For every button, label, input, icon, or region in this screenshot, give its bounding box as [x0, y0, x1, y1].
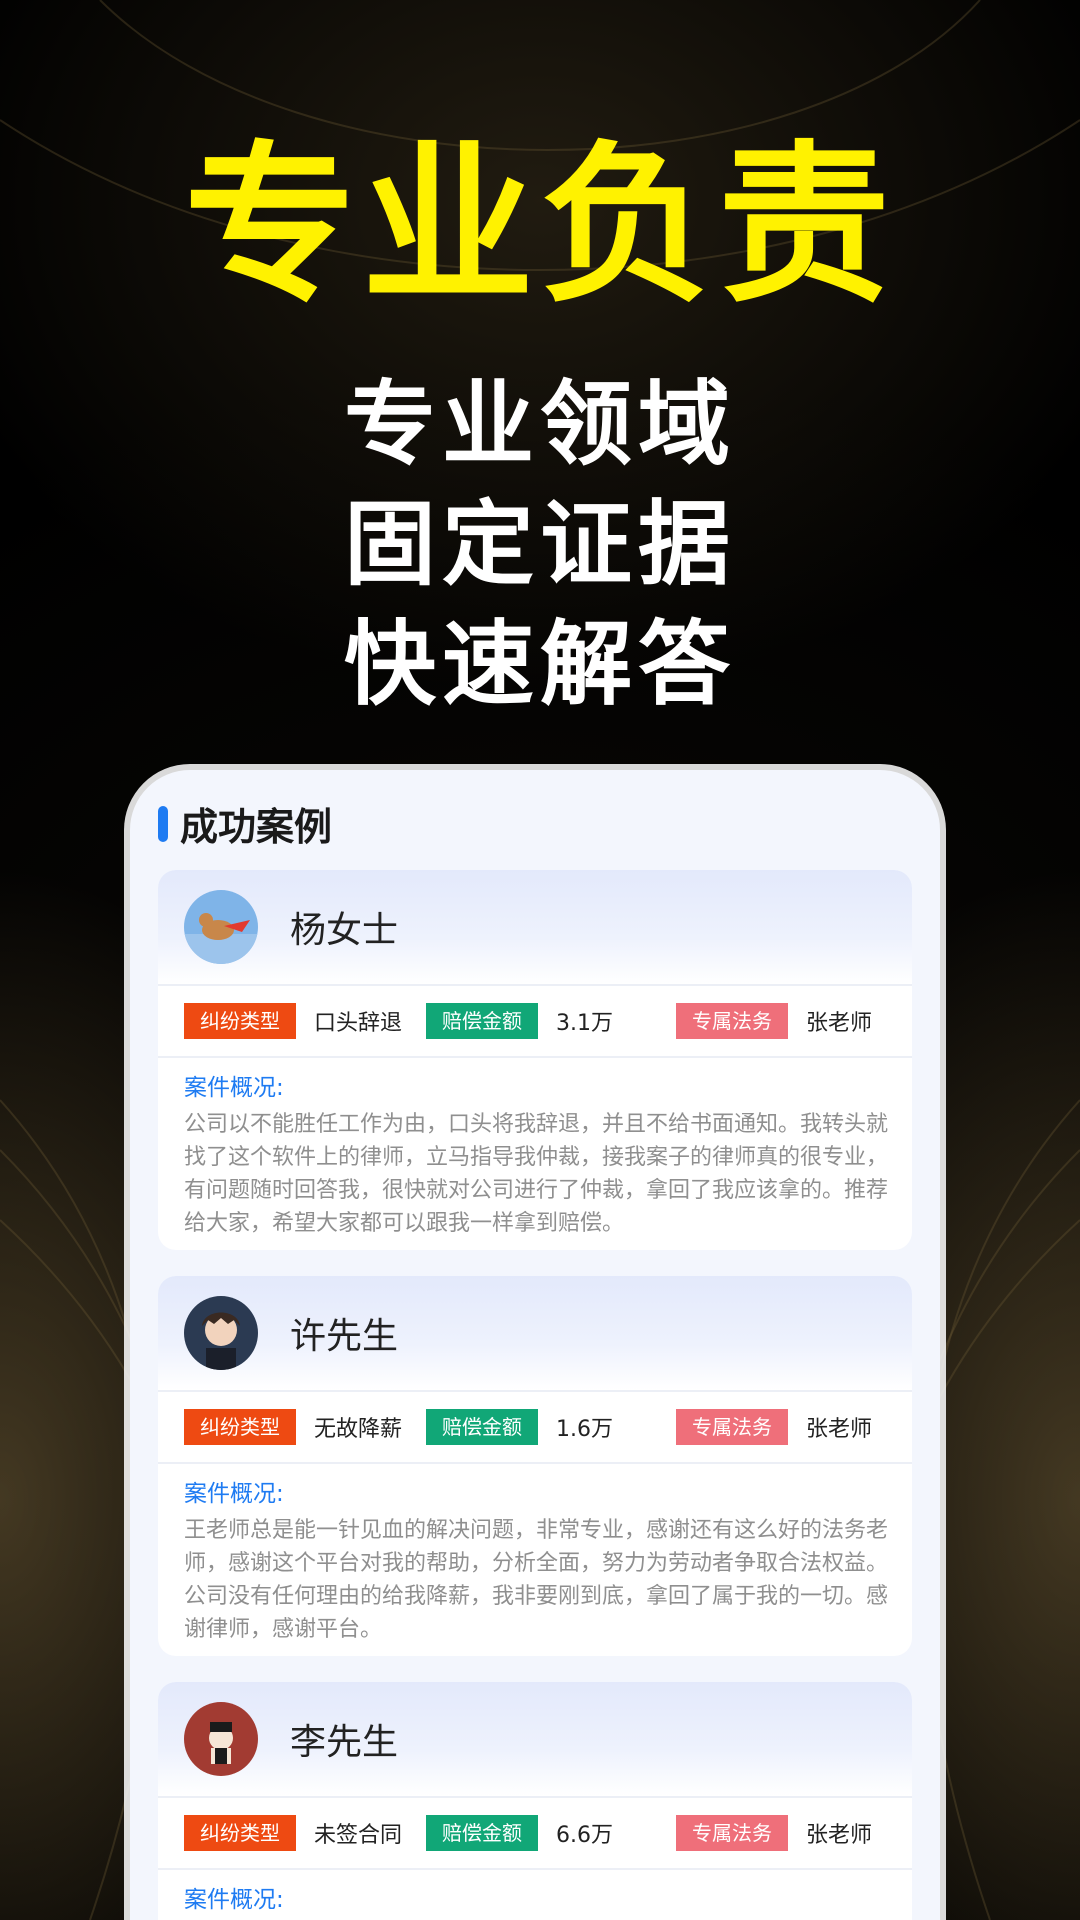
compensation-tag: 赔偿金额: [426, 1409, 538, 1445]
case-card[interactable]: 许先生 纠纷类型 无故降薪 赔偿金额 1.6万 专属法务 张老师 案件概况: 王…: [158, 1276, 912, 1656]
case-client-name: 李先生: [290, 1722, 399, 1763]
hero-line-3: 快速解答: [343, 611, 736, 718]
legal-service-tag: 专属法务: [676, 1409, 788, 1445]
dispute-type-value: 无故降薪: [314, 1417, 403, 1442]
section-title: 成功案例: [180, 805, 333, 849]
case-header: 李先生: [158, 1682, 912, 1798]
case-card[interactable]: 杨女士 纠纷类型 口头辞退 赔偿金额 3.1万 专属法务 张老师 案件概况: 公…: [158, 870, 912, 1250]
case-header: 杨女士: [158, 870, 912, 986]
section-accent-bar: [158, 805, 168, 842]
overview-label: 案件概况:: [184, 1481, 284, 1507]
compensation-tag: 赔偿金额: [426, 1815, 538, 1851]
section-header: 成功案例: [158, 796, 332, 851]
overview-text: 公司以不能胜任工作为由，口头将我辞退，并且不给书面通知。我转头就找了这个软件上的…: [184, 1112, 889, 1236]
case-card[interactable]: 李先生 纠纷类型 未签合同 赔偿金额 6.6万 专属法务 张老师 案件概况:: [158, 1682, 912, 1920]
anime-boy-avatar-icon: [184, 1296, 258, 1370]
overview-text: [158, 1914, 912, 1920]
dispute-type-value: 未签合同: [314, 1823, 403, 1848]
dog-flying-avatar-icon: [184, 890, 258, 964]
dispute-type-value: 口头辞退: [314, 1011, 403, 1036]
legal-service-tag: 专属法务: [676, 1815, 788, 1851]
hero-lines: 专业领域 固定证据 快速解答: [0, 365, 1080, 725]
compensation-value: 3.1万: [556, 1011, 613, 1036]
cartoon-figure-avatar-icon: [184, 1702, 258, 1776]
hero-line-1: 专业领域: [343, 371, 736, 478]
success-cases-card: 成功案例 杨女士 纠纷类型 口头辞退 赔偿金额 3.1万 专属法务 张老师 案件…: [130, 770, 940, 1920]
dispute-type-tag: 纠纷类型: [184, 1003, 296, 1039]
dispute-type-tag: 纠纷类型: [184, 1815, 296, 1851]
case-tags-row: 纠纷类型 无故降薪 赔偿金额 1.6万 专属法务 张老师: [158, 1392, 912, 1464]
case-tags-row: 纠纷类型 口头辞退 赔偿金额 3.1万 专属法务 张老师: [158, 986, 912, 1058]
dispute-type-tag: 纠纷类型: [184, 1409, 296, 1445]
lawyer-name: 张老师: [806, 1823, 873, 1848]
overview-label: 案件概况:: [184, 1075, 284, 1101]
case-client-name: 许先生: [290, 1316, 399, 1357]
lawyer-name: 张老师: [806, 1011, 873, 1036]
case-header: 许先生: [158, 1276, 912, 1392]
compensation-value: 6.6万: [556, 1823, 613, 1848]
hero-line-2: 固定证据: [343, 491, 736, 598]
overview-label: 案件概况:: [184, 1887, 284, 1913]
hero-title: 专业负责: [184, 125, 896, 326]
legal-service-tag: 专属法务: [676, 1003, 788, 1039]
case-tags-row: 纠纷类型 未签合同 赔偿金额 6.6万 专属法务 张老师: [158, 1798, 912, 1870]
case-client-name: 杨女士: [290, 910, 399, 951]
overview-text: 王老师总是能一针见血的解决问题，非常专业，感谢还有这么好的法务老师，感谢这个平台…: [184, 1518, 889, 1642]
compensation-tag: 赔偿金额: [426, 1003, 538, 1039]
compensation-value: 1.6万: [556, 1417, 613, 1442]
lawyer-name: 张老师: [806, 1417, 873, 1442]
